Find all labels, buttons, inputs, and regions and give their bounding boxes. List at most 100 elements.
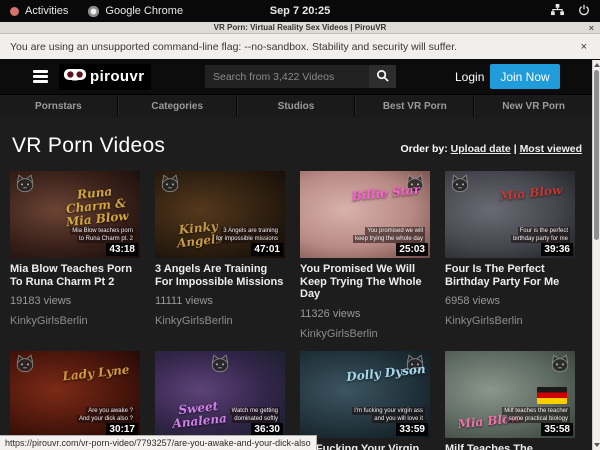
chrome-icon [88, 6, 99, 17]
video-card[interactable]: Kinky Angels3 Angels are trainingfor imp… [155, 171, 285, 340]
system-bar-left: Activities Google Chrome [10, 5, 183, 17]
nav-item-new-vr-porn[interactable]: New VR Porn [474, 95, 592, 117]
page-header: VR Porn Videos Order by: Upload date | M… [0, 117, 592, 171]
video-thumbnail[interactable]: Mia BlowMilf teaches the teachersome pra… [445, 351, 575, 438]
video-duration-badge: 36:30 [251, 423, 283, 436]
page-content: VR Porn Videos Order by: Upload date | M… [0, 117, 592, 450]
video-studio-link[interactable]: KinkyGirlsBerlin [10, 315, 140, 327]
network-icon[interactable] [551, 4, 564, 19]
order-by-most-viewed-link[interactable]: Most viewed [520, 143, 582, 155]
video-card[interactable]: Mia BlowMilf teaches the teachersome pra… [445, 351, 575, 450]
window-title-bar: VR Porn: Virtual Reality Sex Videos | Pi… [0, 22, 600, 34]
video-views: 11111 views [155, 295, 285, 307]
site-logo-text: pirouvr [90, 68, 144, 85]
nav-item-categories[interactable]: Categories [118, 95, 237, 117]
vr-goggles-icon [63, 67, 87, 87]
activities-indicator-icon [10, 7, 19, 16]
scrollbar[interactable] [592, 60, 600, 450]
clock[interactable]: Sep 7 20:25 [270, 5, 331, 17]
scrollbar-down-icon[interactable] [594, 443, 600, 447]
video-duration-badge: 47:01 [251, 243, 283, 256]
german-flag-icon [537, 387, 567, 404]
site-header: pirouvr Login Join Now [0, 59, 600, 94]
login-link[interactable]: Login [455, 70, 484, 84]
search-bar [205, 65, 396, 88]
chrome-warning-bar: You are using an unsupported command-lin… [0, 34, 600, 59]
studio-cat-logo-icon [14, 354, 36, 378]
order-by-separator: | [514, 143, 517, 155]
video-title[interactable]: You Promised We Will Keep Trying The Who… [300, 263, 430, 301]
video-thumbnail[interactable]: Billie StarYou promised we willkeep tryi… [300, 171, 430, 258]
nav-item-pornstars[interactable]: Pornstars [0, 95, 118, 117]
thumbnail-caption: 3 Angels are trainingfor impossible miss… [214, 227, 280, 243]
video-studio-link[interactable]: KinkyGirlsBerlin [300, 328, 430, 340]
search-icon [376, 69, 389, 85]
video-duration-badge: 30:17 [106, 423, 138, 436]
studio-cat-logo-icon [14, 174, 36, 198]
page-title: VR Porn Videos [12, 134, 165, 158]
site-logo[interactable]: pirouvr [59, 64, 151, 90]
status-url-bubble: https://pirouvr.com/vr-porn-video/779325… [0, 435, 317, 450]
video-duration-badge: 43:18 [106, 243, 138, 256]
video-card[interactable]: Mia Blow Four is the perfectbirthday part… [445, 171, 575, 340]
activities-label: Activities [25, 5, 68, 17]
thumbnail-overlay-name: Lady Lyne [54, 362, 139, 384]
thumbnail-caption: Are you awake ?And your dick also ? [77, 407, 135, 423]
activities-button[interactable]: Activities [10, 5, 68, 17]
video-card[interactable]: Runa Charm & Mia BlowMia Blow teaches po… [10, 171, 140, 340]
video-views: 11326 views [300, 308, 430, 320]
main-nav: PornstarsCategoriesStudiosBest VR PornNe… [0, 94, 592, 117]
video-title[interactable]: 3 Angels Are Training For Impossible Mis… [155, 263, 285, 288]
video-studio-link[interactable]: KinkyGirlsBerlin [445, 315, 575, 327]
video-card[interactable]: Dolly DysonI'm fucking your virgin assan… [300, 351, 430, 450]
video-title[interactable]: Four Is The Perfect Birthday Party For M… [445, 263, 575, 288]
video-thumbnail[interactable]: Dolly DysonI'm fucking your virgin assan… [300, 351, 430, 438]
chrome-taskbar-label: Google Chrome [105, 5, 183, 17]
search-input[interactable] [205, 65, 369, 88]
scrollbar-thumb[interactable] [594, 70, 599, 240]
join-now-button[interactable]: Join Now [490, 64, 560, 89]
window-close-icon[interactable]: × [589, 22, 594, 34]
order-by-upload-date-link[interactable]: Upload date [451, 143, 511, 155]
chrome-taskbar-item[interactable]: Google Chrome [88, 5, 183, 17]
screen: Activities Google Chrome Sep 7 20:25 VR … [0, 0, 600, 450]
video-card[interactable]: Billie StarYou promised we willkeep tryi… [300, 171, 430, 340]
studio-cat-logo-icon [404, 174, 426, 198]
warning-text: You are using an unsupported command-lin… [10, 41, 457, 53]
video-thumbnail[interactable]: Lady Lyne Are you awake ?And your dick al… [10, 351, 140, 438]
video-thumbnail[interactable]: Sweet AnalenaWatch me gettingdominated s… [155, 351, 285, 438]
video-title[interactable]: Im Fucking Your Virgin Ass And You Will … [300, 443, 430, 450]
system-bar-right [551, 4, 590, 19]
studio-cat-logo-icon [449, 174, 471, 198]
video-grid: Runa Charm & Mia BlowMia Blow teaches po… [0, 171, 592, 450]
video-views: 6958 views [445, 295, 575, 307]
thumbnail-caption: Mia Blow teaches pornto Runa Charm pt. 2 [70, 227, 135, 243]
scrollbar-up-icon[interactable] [594, 63, 600, 67]
dismiss-warning-icon[interactable]: × [581, 41, 587, 53]
window-title: VR Porn: Virtual Reality Sex Videos | Pi… [214, 23, 387, 32]
power-icon[interactable] [578, 4, 590, 19]
thumbnail-overlay-name: Runa Charm & Mia Blow [52, 183, 140, 231]
system-top-bar: Activities Google Chrome Sep 7 20:25 [0, 0, 600, 22]
video-title[interactable]: Milf Teaches The Teacher Some Practical … [445, 443, 575, 450]
video-duration-badge: 33:59 [396, 423, 428, 436]
video-studio-link[interactable]: KinkyGirlsBerlin [155, 315, 285, 327]
video-thumbnail[interactable]: Kinky Angels3 Angels are trainingfor imp… [155, 171, 285, 258]
menu-icon[interactable] [33, 70, 48, 83]
order-by: Order by: Upload date | Most viewed [400, 143, 582, 155]
thumbnail-caption: Four is the perfectbirthday party for me [511, 227, 570, 243]
thumbnail-overlay-name: Mia Blow [489, 183, 574, 205]
order-by-label: Order by: [400, 143, 447, 155]
nav-item-studios[interactable]: Studios [237, 95, 356, 117]
studio-cat-logo-icon [159, 174, 181, 198]
thumbnail-caption: You promised we willkeep trying the whol… [353, 227, 425, 243]
video-duration-badge: 39:36 [541, 243, 573, 256]
video-thumbnail[interactable]: Mia Blow Four is the perfectbirthday part… [445, 171, 575, 258]
thumbnail-caption: I'm fucking your virgin assand you will … [352, 407, 425, 423]
thumbnail-caption: Milf teaches the teachersome practical b… [502, 407, 570, 423]
video-title[interactable]: Mia Blow Teaches Porn To Runa Charm Pt 2 [10, 263, 140, 288]
studio-cat-logo-icon [404, 354, 426, 378]
search-button[interactable] [369, 65, 396, 88]
video-thumbnail[interactable]: Runa Charm & Mia BlowMia Blow teaches po… [10, 171, 140, 258]
nav-item-best-vr-porn[interactable]: Best VR Porn [355, 95, 474, 117]
